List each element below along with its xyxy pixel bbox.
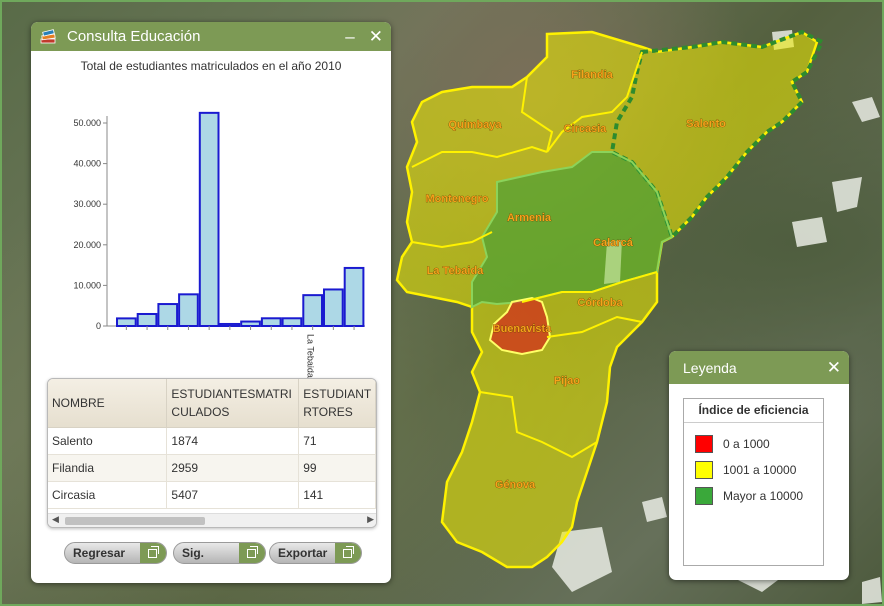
x-tick-label: La Tebaida <box>305 334 315 378</box>
bar <box>281 317 303 327</box>
bar <box>157 303 179 327</box>
bar <box>260 317 282 327</box>
bar <box>178 293 199 327</box>
cell-desertores: 71 <box>298 427 376 455</box>
books-icon <box>39 28 59 46</box>
bar <box>136 312 158 328</box>
cell-matriculados: 1874 <box>166 427 300 455</box>
column-header-estudiantes-desertores[interactable]: ESTUDIANT RTORES <box>298 379 376 428</box>
label-quimbaya: Quimbaya <box>448 119 502 131</box>
table-row[interactable]: Circasia 5407 141 <box>48 481 376 509</box>
enrollment-chart: 0 10.000 20.000 30.000 40.000 50.000 La Tebaid… <box>73 111 365 378</box>
cell-matriculados: 2959 <box>166 454 300 482</box>
export-button-label: Exportar <box>278 546 328 560</box>
legend-item: 1001 a 10000 <box>684 457 823 483</box>
cell-nombre: Circasia <box>48 481 168 509</box>
label-buenavista: Buenavista <box>493 323 553 335</box>
legend-item-label: Mayor a 10000 <box>723 489 804 503</box>
label-cordoba: Córdoba <box>577 297 623 309</box>
cell-matriculados: 5407 <box>166 481 300 509</box>
table-row[interactable]: Salento 1874 71 <box>48 427 376 455</box>
label-armenia: Armenia <box>507 212 552 224</box>
y-tick-label: 30.000 <box>73 199 101 209</box>
table-row[interactable]: Filandia 2959 99 <box>48 454 376 482</box>
label-montenegro: Montenegro <box>426 193 489 205</box>
close-icon[interactable]: ✕ <box>369 28 383 45</box>
label-circasia: Circasia <box>564 123 608 135</box>
label-calarca: Calarcá <box>593 237 634 249</box>
bar <box>219 322 241 328</box>
consulta-header[interactable]: Consulta Educación – ✕ <box>31 22 391 51</box>
chart-title: Total de estudiantes matriculados en el … <box>80 59 342 73</box>
scroll-left-icon[interactable]: ◀ <box>52 515 59 525</box>
window-icon <box>239 543 265 563</box>
bar <box>302 294 324 327</box>
scrollbar-thumb[interactable] <box>65 517 205 525</box>
export-button[interactable]: Exportar <box>269 542 362 564</box>
label-filandia: Filandia <box>571 69 613 81</box>
bar <box>116 317 137 327</box>
minimize-icon[interactable]: – <box>345 28 354 45</box>
legend-item: 0 a 1000 <box>684 431 823 457</box>
bar <box>240 320 261 327</box>
next-button-label: Sig. <box>182 546 205 560</box>
results-table[interactable]: NOMBRE ESTUDIANTESMATRI CULADOS ESTUDIAN… <box>47 378 377 528</box>
next-button[interactable]: Sig. <box>173 542 266 564</box>
back-button[interactable]: Regresar <box>64 542 167 564</box>
y-tick-label: 10.000 <box>73 280 101 290</box>
cell-desertores: 99 <box>298 454 376 482</box>
legend-panel: Leyenda ✕ Índice de eficiencia 0 a 1000 … <box>669 351 849 580</box>
window-icon <box>335 543 361 563</box>
cell-desertores: 141 <box>298 481 376 509</box>
label-la-tebaida: La Tebaida <box>427 265 485 277</box>
cell-nombre: Filandia <box>48 454 168 482</box>
scroll-right-icon[interactable]: ▶ <box>367 515 374 525</box>
label-pijao: Pijao <box>554 375 581 387</box>
legend-swatch-yellow <box>695 461 713 479</box>
consulta-panel: Consulta Educación – ✕ Total de estudian… <box>31 22 391 583</box>
legend-item-label: 1001 a 10000 <box>723 463 797 477</box>
y-tick-label: 40.000 <box>73 159 101 169</box>
bar <box>323 288 344 328</box>
y-tick-label: 0 <box>96 321 101 331</box>
column-header-estudiantes-matriculados[interactable]: ESTUDIANTESMATRI CULADOS <box>166 379 300 428</box>
close-icon[interactable]: ✕ <box>827 359 841 376</box>
y-tick-label: 20.000 <box>73 240 101 250</box>
legend-item: Mayor a 10000 <box>684 483 823 509</box>
legend-panel-title: Leyenda <box>683 359 737 376</box>
horizontal-scrollbar[interactable]: ◀ ▶ <box>48 513 376 527</box>
label-salento: Salento <box>686 118 726 130</box>
legend-heading: Índice de eficiencia <box>684 399 823 423</box>
bar <box>198 111 220 327</box>
consulta-title: Consulta Educación <box>67 28 201 45</box>
y-tick-label: 50.000 <box>73 118 101 128</box>
label-genova: Génova <box>495 479 536 491</box>
legend-header[interactable]: Leyenda ✕ <box>669 351 849 384</box>
back-button-label: Regresar <box>73 546 126 560</box>
bar <box>343 266 365 327</box>
legend-swatch-green <box>695 487 713 505</box>
window-icon <box>140 543 166 563</box>
cell-nombre: Salento <box>48 427 168 455</box>
legend-box: Índice de eficiencia 0 a 1000 1001 a 100… <box>683 398 824 566</box>
legend-swatch-red <box>695 435 713 453</box>
legend-item-label: 0 a 1000 <box>723 437 770 451</box>
column-header-nombre[interactable]: NOMBRE <box>48 379 168 428</box>
